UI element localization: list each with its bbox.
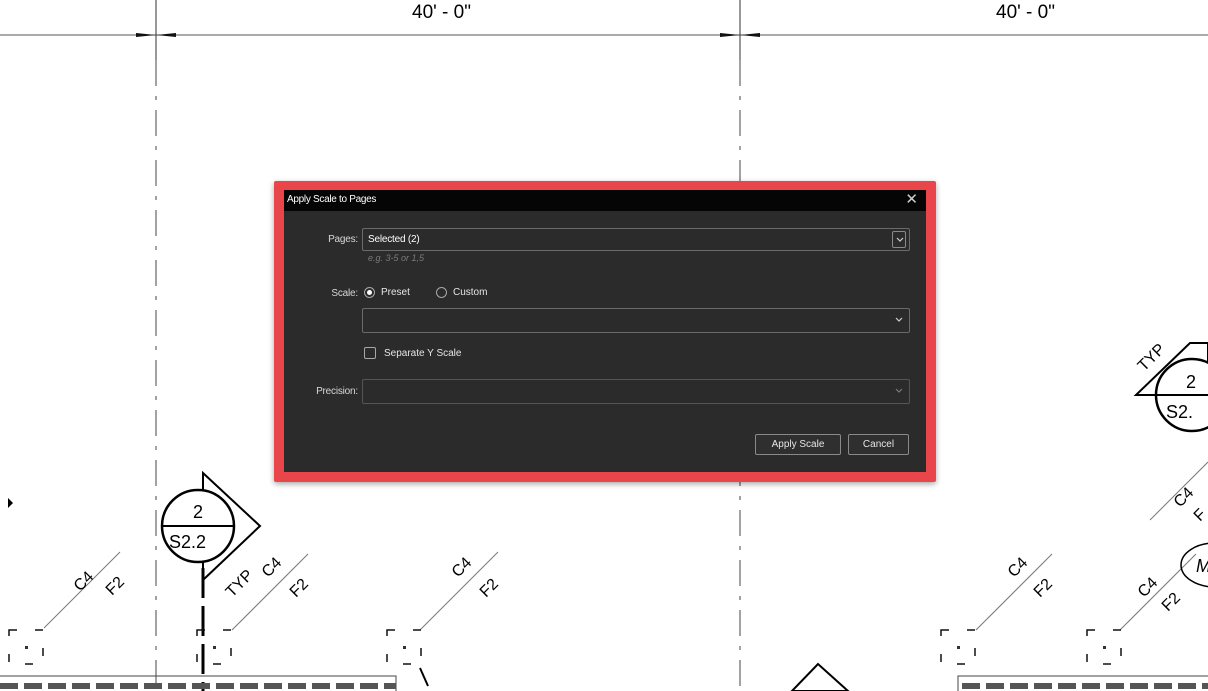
svg-text:2: 2 [193, 502, 203, 522]
precision-label: Precision: [316, 386, 358, 397]
close-icon[interactable]: ✕ [905, 192, 918, 208]
member-tag: C4 F [1149, 461, 1208, 525]
preset-radio-label[interactable]: Preset [381, 287, 410, 298]
svg-text:C4: C4 [1171, 484, 1198, 511]
svg-text:C4: C4 [71, 568, 98, 595]
svg-text:F2: F2 [1159, 590, 1184, 615]
pages-value: Selected (2) [368, 234, 420, 245]
cancel-button[interactable]: Cancel [848, 434, 909, 455]
member-tag: C4 F2 [419, 551, 502, 631]
svg-text:F2: F2 [287, 576, 312, 601]
pages-hint: e.g. 3-5 or 1,5 [368, 253, 425, 263]
chevron-down-icon[interactable] [892, 231, 906, 248]
member-tag: C4 F2 [231, 553, 312, 631]
svg-text:C4: C4 [1005, 554, 1032, 581]
dimension-label-1: 40' - 0" [412, 2, 471, 23]
member-tag: C4 F2 [1119, 553, 1197, 631]
typ-label: TYP [223, 567, 257, 601]
member-tag: C4 F2 [975, 553, 1056, 631]
chevron-down-icon[interactable] [892, 312, 906, 328]
dialog-title: Apply Scale to Pages [287, 194, 377, 205]
svg-text:F2: F2 [103, 574, 128, 599]
chevron-down-icon[interactable] [892, 383, 906, 399]
separate-y-scale-label[interactable]: Separate Y Scale [384, 348, 461, 359]
svg-text:F2: F2 [1031, 576, 1056, 601]
apply-scale-button[interactable]: Apply Scale [755, 434, 841, 455]
dimension-label-2: 40' - 0" [996, 2, 1055, 23]
precision-select[interactable] [362, 379, 910, 404]
preset-radio[interactable] [364, 287, 375, 298]
pages-label: Pages: [328, 234, 358, 245]
column-symbol [8, 629, 1122, 665]
member-tag: C4 F2 [43, 551, 128, 629]
typ-label: TYP [1135, 341, 1169, 375]
svg-text:F: F [1191, 506, 1208, 525]
preset-scale-select[interactable] [362, 308, 910, 333]
apply-scale-dialog: Apply Scale to Pages ✕ Pages: Selected (… [284, 190, 926, 472]
svg-text:C4: C4 [259, 554, 286, 581]
svg-text:S2.2: S2.2 [169, 532, 206, 552]
pages-select[interactable]: Selected (2) [362, 228, 910, 251]
scale-label: Scale: [331, 288, 358, 299]
custom-radio-label[interactable]: Custom [453, 287, 487, 298]
dialog-titlebar[interactable]: Apply Scale to Pages ✕ [284, 190, 926, 211]
svg-text:C4: C4 [1135, 574, 1162, 601]
svg-text:S2.: S2. [1166, 402, 1193, 422]
svg-text:2: 2 [1186, 372, 1196, 392]
svg-text:F2: F2 [477, 576, 502, 601]
custom-radio[interactable] [436, 287, 447, 298]
svg-text:M: M [1196, 556, 1208, 576]
svg-text:C4: C4 [449, 554, 476, 581]
section-marker: 2 S2.2 [160, 470, 262, 583]
separate-y-scale-checkbox[interactable] [364, 347, 376, 359]
